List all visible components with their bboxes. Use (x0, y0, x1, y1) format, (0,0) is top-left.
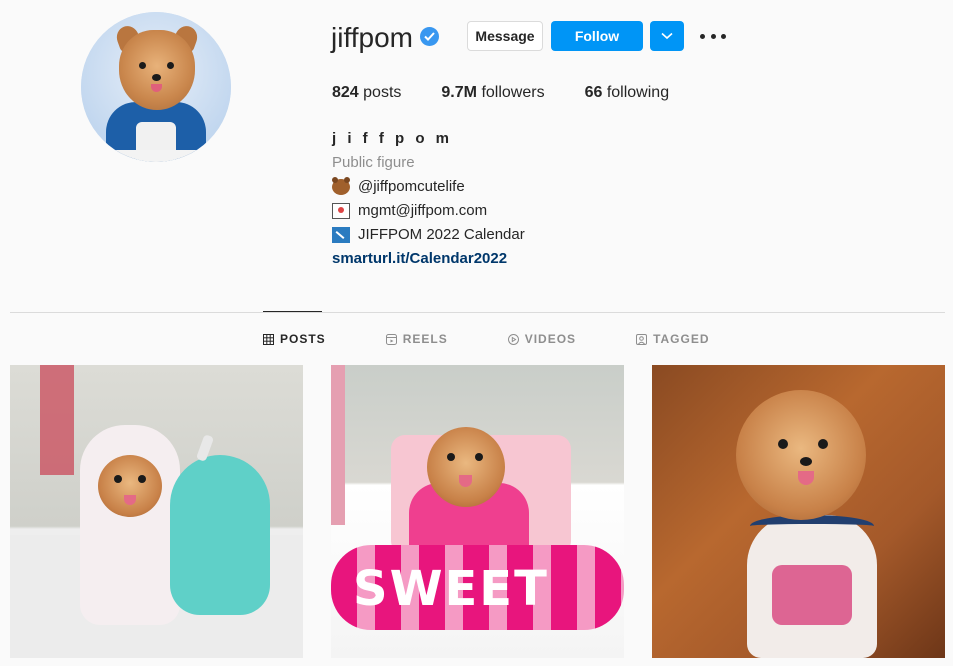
avatar-eye (167, 62, 174, 69)
followers-count: 9.7M (441, 84, 477, 101)
bio-mention[interactable]: @jiffpomcutelife (358, 175, 465, 199)
wall-art (40, 365, 74, 475)
profile-bio: j i f f p o m Public figure @jiffpomcute… (332, 127, 525, 271)
post-thumbnail[interactable] (10, 365, 303, 658)
active-tab-indicator (263, 311, 322, 312)
tab-videos[interactable]: VIDEOS (507, 332, 577, 346)
tab-label: POSTS (280, 332, 326, 346)
avatar-eye (139, 62, 146, 69)
dot-icon (721, 33, 726, 39)
bio-line: JIFFPOM 2022 Calendar (332, 223, 525, 247)
bio-email: mgmt@jiffpom.com (358, 202, 488, 219)
post-thumbnail[interactable]: SWEET (331, 365, 624, 658)
profile-username: jiffpom (331, 22, 413, 53)
profile-full-name: j i f f p o m (332, 130, 453, 147)
more-options-button[interactable] (700, 26, 726, 46)
shirt-print (772, 565, 852, 625)
reels-icon (385, 333, 397, 345)
following-count: 66 (584, 84, 603, 101)
posts-count: 824 (332, 84, 359, 101)
tab-label: TAGGED (653, 332, 710, 346)
calendar-emoji-icon (332, 227, 350, 243)
following-label: following (606, 84, 670, 101)
dog-eye (475, 453, 483, 461)
tab-label: REELS (402, 332, 448, 346)
profile-tabs: POSTS REELS VIDEOS TAGGED (263, 332, 710, 346)
tab-reels[interactable]: REELS (385, 332, 448, 346)
profile-category: Public figure (332, 154, 415, 171)
verified-badge-icon (420, 27, 439, 46)
avatar-table (81, 150, 231, 162)
followers-stat[interactable]: 9.7M followers (441, 84, 544, 102)
avatar-nose (152, 74, 161, 81)
chevron-down-icon (661, 32, 673, 40)
message-button[interactable]: Message (467, 21, 543, 51)
suggested-accounts-button[interactable] (650, 21, 684, 51)
dot-icon (710, 33, 716, 39)
dog-eye (138, 475, 146, 483)
follow-button[interactable]: Follow (551, 21, 643, 51)
tabs-divider (10, 312, 945, 313)
video-play-icon (507, 333, 519, 345)
profile-stats: 824 posts 9.7M followers 66 following (332, 84, 709, 102)
plush-unicorn (170, 455, 270, 615)
profile-avatar[interactable] (81, 12, 231, 162)
dog-eye (778, 439, 788, 449)
bio-line: mgmt@jiffpom.com (332, 199, 525, 223)
tab-posts[interactable]: POSTS (263, 332, 326, 346)
profile-external-link[interactable]: smarturl.it/Calendar2022 (332, 247, 525, 271)
dog-eye (114, 475, 122, 483)
dot-icon (700, 33, 705, 39)
tab-tagged[interactable]: TAGGED (636, 332, 709, 346)
envelope-emoji-icon (332, 203, 350, 219)
dog-eye (447, 453, 455, 461)
pink-curtain (331, 365, 345, 525)
bio-line: @jiffpomcutelife (332, 175, 525, 199)
avatar-dog-head (119, 30, 195, 110)
followers-label: followers (481, 84, 545, 101)
posts-count-stat: 824 posts (332, 84, 401, 102)
bio-text: JIFFPOM 2022 Calendar (358, 226, 525, 243)
dog-face (736, 390, 866, 520)
posts-label: posts (363, 84, 402, 101)
dog-eye (818, 439, 828, 449)
following-stat[interactable]: 66 following (585, 84, 670, 102)
dog-face (98, 455, 162, 517)
bear-emoji-icon (332, 177, 350, 195)
grid-icon (263, 333, 274, 345)
pillow-lettering: SWEET (353, 561, 549, 617)
dog-nose (800, 457, 812, 466)
tagged-icon (636, 333, 648, 345)
dog-face (427, 427, 505, 507)
tab-label: VIDEOS (524, 332, 577, 346)
post-thumbnail[interactable] (652, 365, 945, 658)
